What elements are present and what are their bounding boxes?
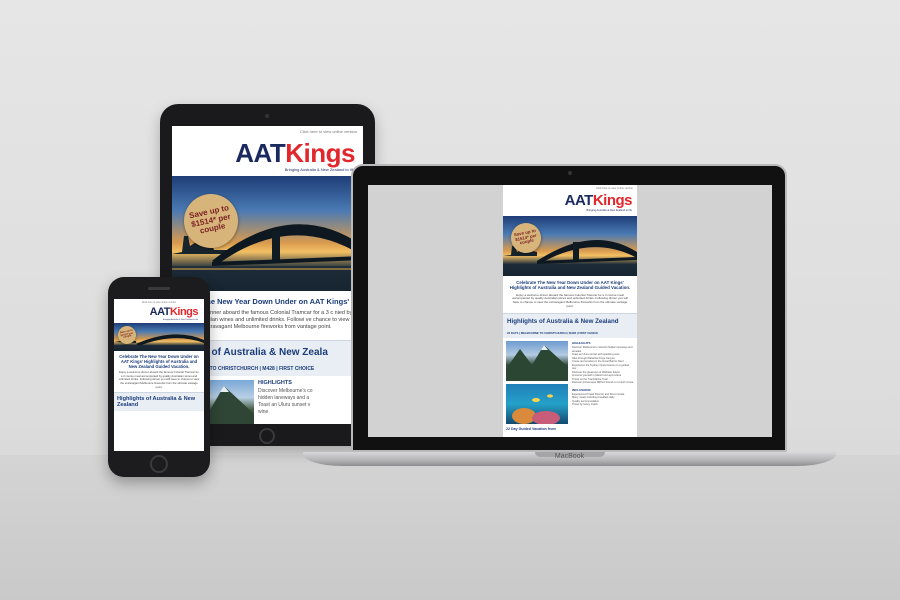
highlight-item: Toast an Uluru sunset v	[258, 402, 311, 408]
logo-tagline: Bringing Australia & New Zealand to life	[586, 209, 632, 212]
laptop-email: Click here to view online version AATKin…	[503, 185, 637, 437]
laptop-screen-lid: Click here to view online version AATKin…	[351, 164, 787, 452]
mountain-icon	[506, 345, 568, 382]
aatkings-logo[interactable]: AATKings	[172, 134, 363, 166]
tour-row: 22 Day Guided Vacation from HIGHLIGHTS D…	[503, 338, 637, 431]
thumbnail-column: 22 Day Guided Vacation from	[506, 341, 568, 431]
great-barrier-reef-thumbnail[interactable]	[506, 384, 568, 425]
hero-image-sydney-harbour[interactable]: Save up to $1514* per couple	[503, 216, 637, 276]
laptop-brand-label: MacBook	[554, 453, 585, 460]
price-line: 22 Day Guided Vacation from	[506, 427, 556, 432]
aatkings-logo[interactable]: AATKings	[114, 304, 204, 318]
highlight-item: Discover Melbourne's co	[258, 388, 313, 394]
hero-image-sydney-harbour[interactable]: Save up to $1514* per couple	[114, 323, 204, 351]
section-title: Highlights of Australia & New Zealand	[507, 318, 619, 326]
view-online-link[interactable]: Click here to view online version	[172, 126, 363, 134]
section-title: Highlights of Australia & New Zealand	[117, 396, 196, 409]
inclusion-item: Travel by luxury coach	[572, 403, 598, 407]
email-headline: Celebrate The New Year Down Under on AAT…	[509, 280, 631, 291]
phone-screen: Click here to view online version AATKin…	[114, 299, 204, 451]
coral-reef-icon	[512, 394, 560, 425]
highlight-item: Discover picturesque Milford Sound on a …	[572, 381, 634, 385]
email-headline: Celebrate The New Year Down Under on AAT…	[119, 354, 199, 370]
milford-sound-thumbnail[interactable]	[506, 341, 568, 382]
laptop-base: MacBook	[303, 452, 836, 466]
highlight-item: hidden laneways and a	[258, 395, 310, 401]
highlights-block: HIGHLIGHTS Discover Melbourne's co hidde…	[258, 380, 359, 424]
section-header: Highlights of Australia & New Zealand	[114, 392, 204, 412]
aatkings-logo[interactable]: AATKings	[503, 190, 637, 208]
laptop-camera	[568, 171, 572, 175]
tablet-camera	[265, 114, 269, 118]
laptop-screen: Click here to view online version AATKin…	[368, 185, 772, 437]
phone-email: Click here to view online version AATKin…	[114, 299, 204, 451]
phone-device: Click here to view online version AATKin…	[108, 277, 210, 477]
highlights-block: HIGHLIGHTS Discover Melbourne's colourfu…	[572, 341, 634, 431]
email-body: Enjoy a welcome dinner aboard the famous…	[512, 292, 628, 309]
tablet-home-button[interactable]	[259, 428, 275, 444]
route-line: 22 DAYS | MELBOURNE TO CHRISTCHURCH | M4…	[507, 331, 599, 336]
email-body: Enjoy a welcome dinner aboard the famous…	[118, 370, 200, 389]
hero-image-sydney-harbour[interactable]: Save up to $1514* per couple	[172, 176, 363, 291]
highlight-item: wine	[258, 409, 269, 415]
section-header: Highlights of Australia & New Zealand 22…	[503, 313, 637, 339]
highlight-item: Experience the Sydney Opera House on a g…	[572, 363, 630, 371]
phone-speaker	[148, 287, 170, 290]
inclusions-title: INCLUSIONS	[572, 387, 591, 392]
phone-home-button[interactable]	[150, 455, 168, 473]
